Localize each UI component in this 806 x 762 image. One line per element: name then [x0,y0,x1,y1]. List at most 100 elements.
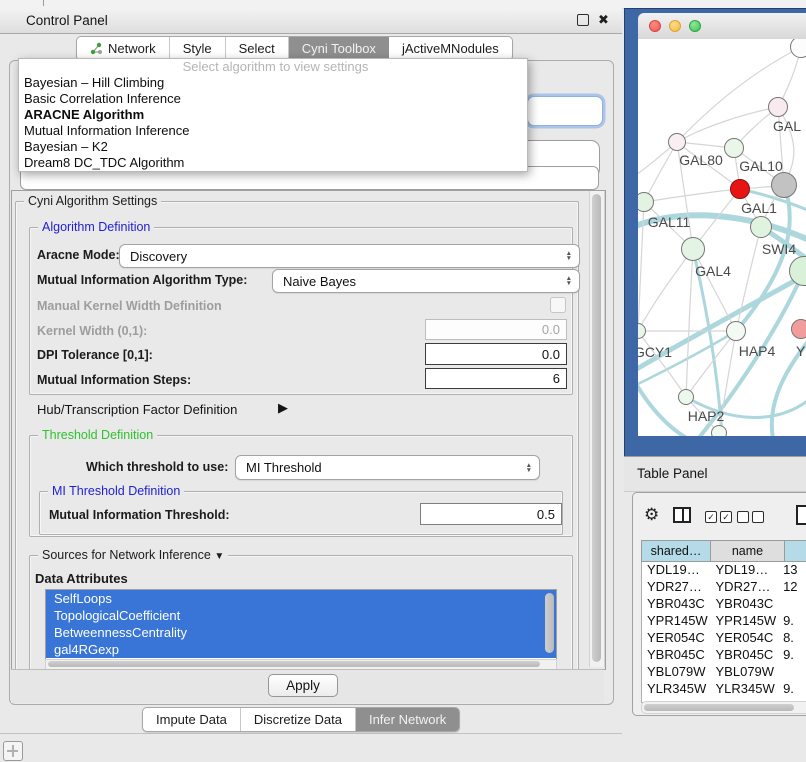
apply-button[interactable]: Apply [268,674,338,697]
dpi-tolerance-label: DPI Tolerance [0,1]: [37,348,153,362]
select-all-checks-icon[interactable]: ✓✓ [705,511,732,523]
network-node[interactable] [711,425,727,436]
group-title: Sources for Network Inference ▼ [38,548,228,562]
mi-threshold-field[interactable] [420,503,562,525]
cell-shared-name: YPR145W [642,613,716,630]
network-node-selected[interactable] [730,179,750,199]
group-title-text: Sources for Network Inference [42,548,211,562]
popup-item-basic-correlation[interactable]: Basic Correlation Inference [19,91,527,107]
manual-kernel-label: Manual Kernel Width Definition [37,299,222,313]
tab-network[interactable]: Network [77,37,170,60]
table-horizontal-scroll-track[interactable] [641,701,806,714]
popup-item-aracne[interactable]: ARACNE Algorithm [19,107,527,123]
list-item[interactable]: BetweennessCentrality [46,624,556,641]
aracne-mode-label: Aracne Mode: [37,248,120,262]
group-title: MI Threshold Definition [48,484,184,498]
list-item[interactable]: TopologicalCoefficient [46,607,556,624]
table-row[interactable]: YPR145W YPR145W 9. [642,613,806,630]
tab-select[interactable]: Select [226,37,289,60]
cell-shared-name: YBR045C [642,647,716,664]
popup-item-bayesian-hill-climbing[interactable]: Bayesian – Hill Climbing [19,75,527,91]
combo-stepper-icon[interactable]: ▲▼ [519,463,539,473]
node-label-hap2: HAP2 [688,408,725,424]
table-row[interactable]: YBR045C YBR045C 9. [642,647,806,664]
desktop: { "icons": { "close": "✖", "expand_right… [0,0,806,762]
node-label: Y [796,343,805,359]
grid-corner-icon[interactable] [3,741,23,761]
control-panel-titlebar[interactable]: Control Panel ✖ [0,8,622,34]
network-window-titlebar[interactable] [638,13,806,40]
popup-item-bayesian-k2[interactable]: Bayesian – K2 [19,139,527,155]
tab-label: Network [108,41,156,56]
table-row[interactable]: YBL079W YBL079W [642,664,806,681]
settings-vertical-scroll-track[interactable] [589,191,605,667]
network-canvas[interactable]: GAL GAL80 GAL10 GAL1 GAL11 SWI4 GAL4 GCY… [638,39,806,436]
network-node-gal1[interactable] [771,172,797,198]
list-horizontal-scrollbar[interactable] [48,661,540,667]
kernel-width-field[interactable] [425,319,567,340]
network-node-hap2[interactable] [678,389,694,405]
cell-name: YLR345W [716,681,784,698]
tab-cyni-toolbox[interactable]: Cyni Toolbox [289,37,389,60]
list-item[interactable]: gal4RGexp [46,641,556,658]
list-item[interactable]: SelfLoops [46,590,556,607]
table-row[interactable]: YBR043C YBR043C [642,596,806,613]
tab-infer-network[interactable]: Infer Network [356,708,459,731]
node-label: GAL [773,118,801,134]
hub-section-label: Hub/Transcription Factor Definition [37,402,237,417]
which-threshold-combo[interactable]: MI Threshold ▲▼ [235,455,540,480]
dpi-tolerance-field[interactable] [425,343,567,365]
tab-discretize-data[interactable]: Discretize Data [241,708,356,731]
table-header-row: shared… name [641,540,806,562]
manual-kernel-checkbox[interactable] [550,297,566,313]
table-row[interactable]: YLR345W YLR345W 9. [642,681,806,698]
node-label-hap4: HAP4 [739,343,776,359]
columns-icon[interactable] [673,507,691,523]
column-header-shared-name[interactable]: shared… [641,540,711,562]
network-node-gal4[interactable] [681,237,705,261]
collapse-arrow-icon[interactable]: ▼ [214,551,224,562]
table-row[interactable]: YER054C YER054C 8. [642,630,806,647]
close-icon[interactable]: ✖ [598,12,609,28]
network-node[interactable] [768,97,788,117]
tab-label: Impute Data [156,712,227,727]
window-zoom-button[interactable] [689,20,701,32]
cell-name: YDL19… [716,562,784,579]
data-attributes-list[interactable]: SelfLoops TopologicalCoefficient Between… [45,589,557,660]
control-panel-window: Control Panel ✖ Network Style Select Cyn… [0,8,622,734]
inference-algorithm-combo-fragment[interactable] [527,96,603,126]
tab-impute-data[interactable]: Impute Data [143,708,241,731]
network-node-gal80[interactable] [668,133,686,151]
mi-algorithm-type-combo[interactable]: Naive Bayes ▲▼ [272,269,580,293]
table-row[interactable]: YDR27… YDR27… 12 [642,579,806,596]
popup-item-mutual-information[interactable]: Mutual Information Inference [19,123,527,139]
mi-steps-field[interactable] [425,368,567,389]
combo-stepper-icon[interactable]: ▲▼ [559,251,579,261]
cell-shared-name: YDR27… [642,579,716,596]
clear-checks-icon[interactable] [737,511,764,523]
gear-icon[interactable]: ⚙ [644,505,659,525]
table-panel-titlebar[interactable]: Table Panel [624,456,806,492]
expand-arrow-icon[interactable]: ▶ [278,400,288,416]
window-minimize-button[interactable] [669,20,681,32]
settings-vertical-scrollbar[interactable] [592,194,601,662]
column-header-partial[interactable] [784,540,806,562]
popup-item-dream8[interactable]: Dream8 DC_TDC Algorithm [19,155,527,171]
window-close-button[interactable] [649,20,661,32]
network-node-gal10[interactable] [724,138,744,158]
tab-jactivemnodules[interactable]: jActiveMNodules [389,37,512,60]
list-vertical-scrollbar[interactable] [545,593,554,653]
node-label-gal11: GAL11 [648,214,691,230]
network-node-hap4[interactable] [726,321,746,341]
network-node[interactable] [750,216,772,238]
tab-style[interactable]: Style [170,37,226,60]
combo-stepper-icon[interactable]: ▲▼ [559,276,579,286]
new-table-icon[interactable] [796,505,806,525]
network-node[interactable] [791,319,806,339]
table-horizontal-scrollbar[interactable] [644,704,794,711]
aracne-mode-combo[interactable]: Discovery ▲▼ [119,244,580,268]
float-window-icon[interactable] [577,14,589,26]
table-row[interactable]: YDL19… YDL19… 13 [642,562,806,579]
column-header-name[interactable]: name [710,540,785,562]
combo-value: MI Threshold [246,460,322,475]
